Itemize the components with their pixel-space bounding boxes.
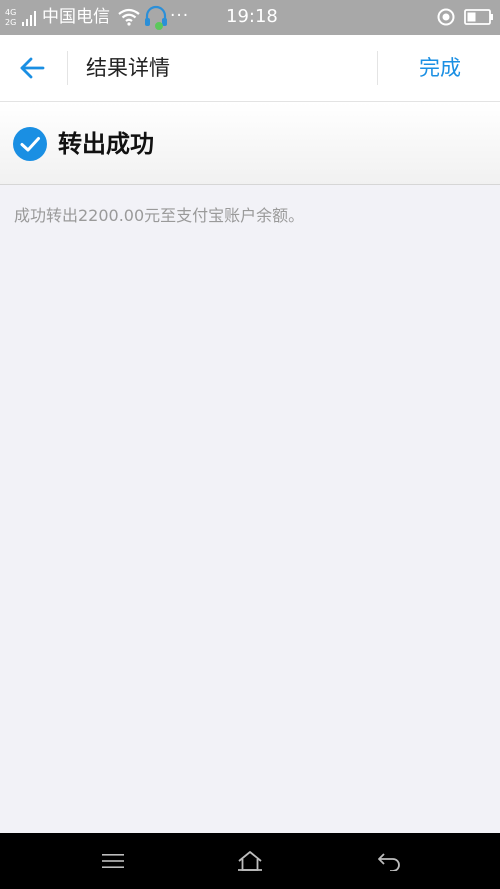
back-icon <box>378 853 400 871</box>
location-icon <box>437 8 455 26</box>
back-button[interactable] <box>10 48 54 88</box>
more-notifications-indicator: ··· <box>170 6 190 26</box>
menu-icon <box>102 854 124 868</box>
status-bar: 4G 2G 中国电信 ··· 19:18 <box>0 0 500 35</box>
carrier-name: 中国电信 <box>42 7 110 27</box>
battery-icon <box>464 9 493 25</box>
headset-icon <box>145 5 167 30</box>
header-divider <box>67 51 68 85</box>
system-back-button[interactable] <box>369 843 409 879</box>
network-type-4g: 4G <box>5 8 17 17</box>
page-title: 结果详情 <box>86 56 170 80</box>
home-icon <box>238 851 262 871</box>
wifi-icon <box>118 8 140 26</box>
signal-icon <box>22 11 36 26</box>
done-button[interactable]: 完成 <box>400 54 480 82</box>
network-indicator: 4G 2G <box>5 8 39 28</box>
header-divider <box>377 51 378 85</box>
result-banner: 转出成功 <box>0 102 500 185</box>
app-header: 结果详情 完成 <box>0 35 500 102</box>
system-nav-bar <box>0 833 500 889</box>
result-message: 成功转出2200.00元至支付宝账户余额。 <box>14 206 305 225</box>
network-type-2g: 2G <box>5 18 17 27</box>
arrow-left-icon <box>20 57 45 79</box>
result-title: 转出成功 <box>58 130 154 158</box>
home-button[interactable] <box>230 843 270 879</box>
check-circle-icon <box>13 127 47 161</box>
status-time: 19:18 <box>226 6 278 27</box>
menu-button[interactable] <box>93 843 133 879</box>
